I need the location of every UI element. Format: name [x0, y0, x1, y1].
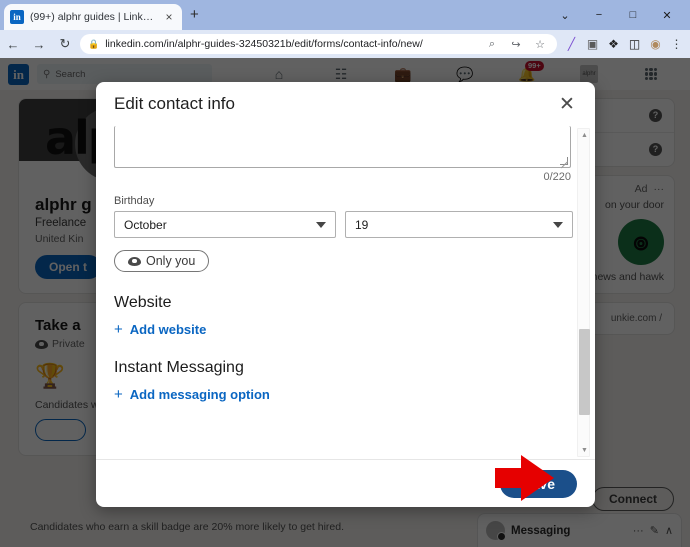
- chevron-down-icon: [316, 222, 326, 228]
- profile-avatar-icon[interactable]: ◉: [645, 33, 666, 55]
- birthday-month-select[interactable]: October: [114, 211, 336, 238]
- lock-icon: 🔒: [88, 39, 99, 50]
- share-icon[interactable]: ↪: [507, 38, 525, 51]
- screenshot-root: in (99+) alphr guides | LinkedIn × + ⌄ −…: [0, 0, 690, 547]
- birthday-label: Birthday: [114, 195, 571, 207]
- character-counter: 0/220: [114, 171, 571, 183]
- chevron-down-icon: [553, 222, 563, 228]
- resize-handle-icon[interactable]: [560, 157, 568, 165]
- tab-title: (99+) alphr guides | LinkedIn: [30, 11, 156, 23]
- add-messaging-option-label: Add messaging option: [130, 387, 270, 402]
- search-icon[interactable]: ⌕: [483, 38, 501, 51]
- chrome-menu-icon[interactable]: ⋮: [666, 33, 687, 55]
- minimize-icon[interactable]: −: [582, 0, 616, 30]
- modal-body: 0/220 Birthday October 19 Only you Websi…: [96, 126, 595, 459]
- maximize-icon[interactable]: □: [616, 0, 650, 30]
- chevron-down-icon[interactable]: ⌄: [548, 0, 582, 30]
- new-tab-button[interactable]: +: [190, 8, 199, 22]
- plus-icon: +: [114, 387, 123, 402]
- birthday-month-value: October: [124, 218, 167, 232]
- birthday-visibility-label: Only you: [146, 254, 195, 268]
- website-heading: Website: [114, 294, 571, 312]
- edit-contact-info-modal: Edit contact info ✕ 0/220 Birthday Octob…: [96, 82, 595, 507]
- window-close-icon[interactable]: ✕: [650, 0, 684, 30]
- extension-toolbar: ╱ ▣ ❖ ◫ ◉ ⋮: [561, 33, 690, 55]
- annotation-arrow-icon: [495, 455, 555, 501]
- scroll-down-icon[interactable]: ▼: [578, 444, 591, 456]
- modal-header: Edit contact info ✕: [96, 82, 595, 126]
- close-icon[interactable]: ×: [162, 11, 176, 23]
- add-website-button[interactable]: + Add website: [114, 322, 571, 337]
- birthday-day-value: 19: [355, 218, 368, 232]
- instant-messaging-heading: Instant Messaging: [114, 359, 571, 377]
- modal-title: Edit contact info: [114, 94, 235, 114]
- plus-icon: +: [114, 322, 123, 337]
- birthday-day-select[interactable]: 19: [345, 211, 573, 238]
- pen-icon[interactable]: ╱: [561, 33, 582, 55]
- scrollbar-thumb[interactable]: [579, 329, 590, 415]
- back-icon[interactable]: ←: [0, 31, 26, 57]
- description-textarea[interactable]: [114, 126, 571, 168]
- bookmark-star-icon[interactable]: ☆: [531, 38, 549, 51]
- browser-tab[interactable]: in (99+) alphr guides | LinkedIn ×: [4, 4, 182, 30]
- side-panel-icon[interactable]: ◫: [624, 33, 645, 55]
- puzzle-icon[interactable]: ❖: [603, 33, 624, 55]
- url-text: linkedin.com/in/alphr-guides-32450321b/e…: [105, 38, 477, 50]
- forward-icon[interactable]: →: [26, 31, 52, 57]
- browser-titlebar: in (99+) alphr guides | LinkedIn × + ⌄ −…: [0, 0, 690, 30]
- birthday-visibility-button[interactable]: Only you: [114, 250, 209, 272]
- scroll-up-icon[interactable]: ▲: [578, 129, 591, 141]
- capture-icon[interactable]: ▣: [582, 33, 603, 55]
- add-website-label: Add website: [130, 322, 207, 337]
- address-bar[interactable]: 🔒 linkedin.com/in/alphr-guides-32450321b…: [80, 34, 557, 54]
- birthday-row: October 19: [114, 211, 571, 238]
- reload-icon[interactable]: ↻: [52, 31, 78, 57]
- add-messaging-option-button[interactable]: + Add messaging option: [114, 387, 571, 402]
- browser-toolbar: ← → ↻ 🔒 linkedin.com/in/alphr-guides-324…: [0, 30, 690, 58]
- eye-icon: [128, 257, 141, 266]
- linkedin-favicon-icon: in: [10, 10, 24, 24]
- close-icon[interactable]: ✕: [555, 95, 579, 114]
- modal-scrollbar[interactable]: ▲ ▼: [577, 128, 590, 457]
- window-controls: ⌄ − □ ✕: [548, 0, 684, 30]
